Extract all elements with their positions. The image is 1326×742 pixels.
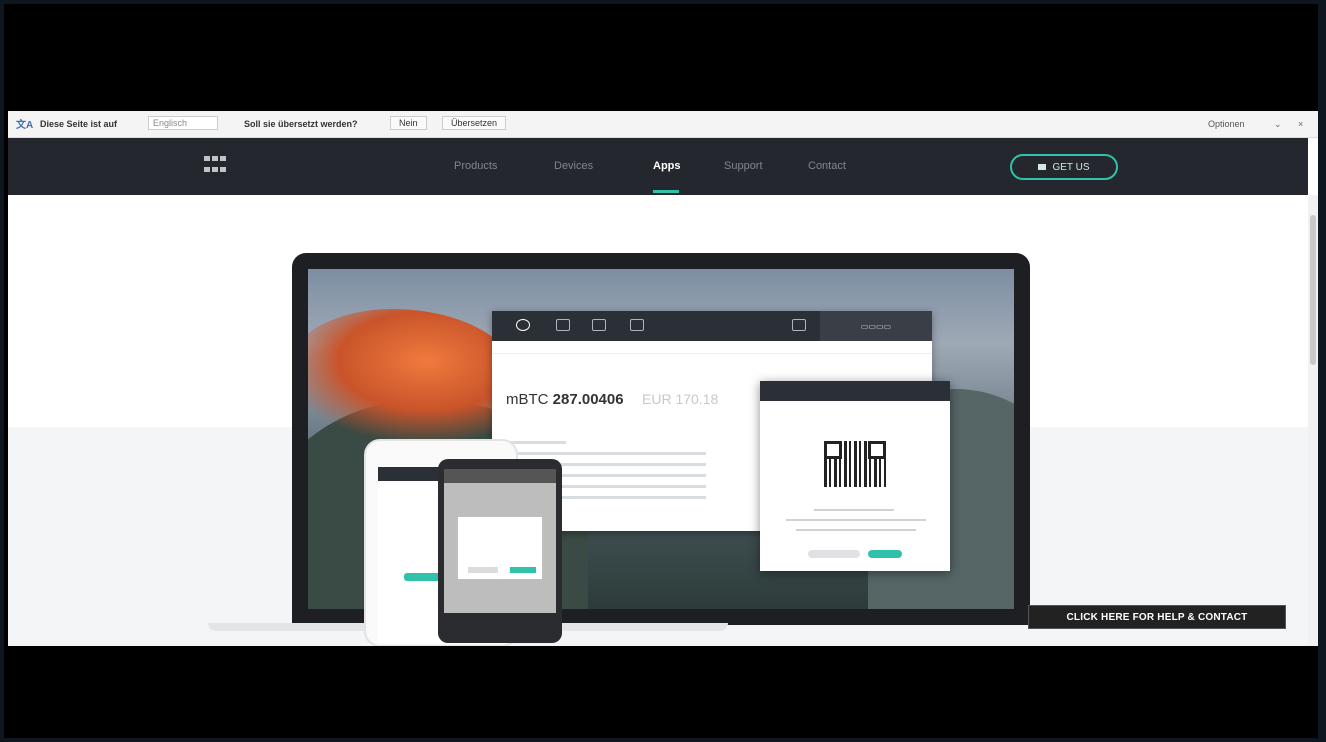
nav-item-contact[interactable]: Contact (808, 160, 846, 172)
translate-bar: 文A Diese Seite ist auf Englisch Soll sie… (8, 111, 1318, 138)
nav-item-devices[interactable]: Devices (554, 160, 593, 172)
nav-item-support[interactable]: Support (724, 160, 763, 172)
language-select[interactable]: Englisch (148, 116, 219, 130)
browser-viewport: 文A Diese Seite ist auf Englisch Soll sie… (8, 111, 1318, 646)
wallet-toolbar: ▭▭▭▭ (492, 311, 932, 341)
android-dialog (458, 517, 542, 579)
get-us-label: GET US (1052, 161, 1090, 173)
active-nav-indicator (653, 190, 679, 193)
mountain-sunlit (308, 309, 518, 439)
site-navbar: Products Devices Apps Support Contact GE… (8, 138, 1308, 195)
send-tab-icon[interactable] (556, 319, 570, 331)
wallet-btc-balance: mBTC 287.00406 (506, 391, 624, 408)
receive-tab-icon[interactable] (592, 319, 606, 331)
cancel-button[interactable] (808, 550, 860, 558)
android-app-header (444, 469, 556, 483)
android-mockup (438, 459, 562, 643)
translate-button[interactable]: Übersetzen (442, 116, 507, 130)
settings-tab-icon[interactable] (792, 319, 806, 331)
translate-icon: 文A (16, 120, 34, 131)
history-tab-icon[interactable] (630, 319, 644, 331)
address-text (796, 529, 916, 531)
logo-icon[interactable] (204, 156, 228, 176)
android-ok-button (510, 567, 536, 573)
translate-options-button[interactable]: Optionen (1208, 119, 1245, 129)
btc-amount: 287.00406 (552, 391, 624, 408)
address-text (786, 519, 926, 521)
receive-qr-window (760, 381, 950, 571)
no-translate-button[interactable]: Nein (390, 116, 427, 130)
chevron-down-icon[interactable]: ⌄ (1274, 119, 1282, 130)
get-us-button[interactable]: GET US (1010, 154, 1118, 180)
video-frame: 文A Diese Seite ist auf Englisch Soll sie… (4, 4, 1318, 738)
btc-unit: mBTC (506, 391, 549, 408)
translate-question: Soll sie übersetzt werden? (244, 119, 358, 129)
wallet-subheader (492, 341, 932, 354)
list-item (506, 452, 706, 455)
nav-item-products[interactable]: Products (454, 160, 497, 172)
wallet-balance-box: ▭▭▭▭ (820, 311, 932, 341)
help-contact-button[interactable]: CLICK HERE FOR HELP & CONTACT (1028, 605, 1286, 629)
android-cancel-button (468, 567, 498, 573)
translate-page-language-text: Diese Seite ist auf (40, 119, 118, 129)
close-icon[interactable]: × (1298, 119, 1303, 129)
wallet-tab-icon[interactable] (516, 319, 530, 331)
qr-code-image (824, 441, 886, 487)
wallet-fiat-balance: EUR 170.18 (642, 391, 719, 407)
scrollbar-thumb[interactable] (1310, 215, 1316, 365)
address-text (814, 509, 894, 511)
list-item (506, 441, 566, 444)
confirm-button[interactable] (868, 550, 902, 558)
download-icon (1038, 164, 1047, 170)
qr-window-toolbar (760, 381, 950, 401)
android-screen (444, 469, 556, 613)
nav-item-apps[interactable]: Apps (653, 160, 681, 172)
